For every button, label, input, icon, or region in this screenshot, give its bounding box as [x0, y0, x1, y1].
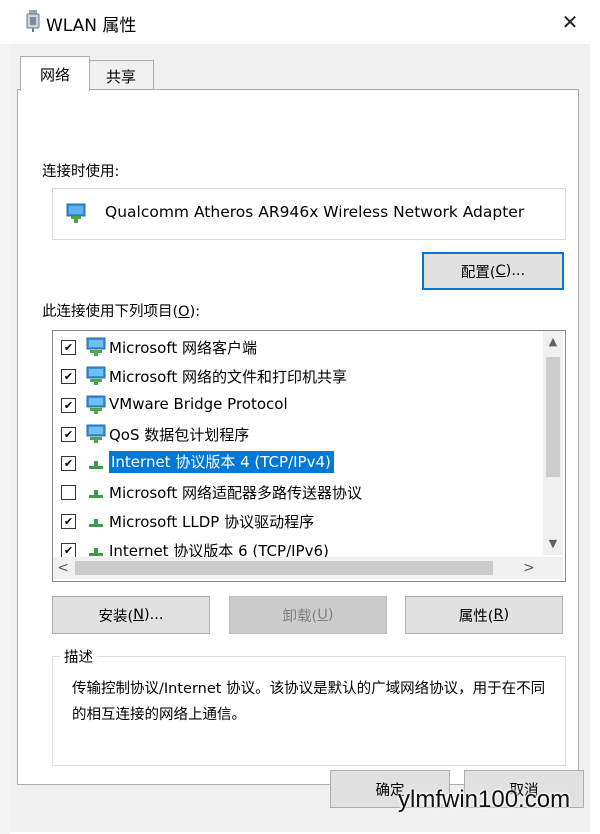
protocol-icon	[89, 461, 103, 469]
scroll-down-icon[interactable]: ▼	[543, 537, 563, 550]
list-item-label: Microsoft LLDP 协议驱动程序	[109, 513, 315, 531]
uninstall-button[interactable]: 卸载(U)	[229, 596, 387, 634]
list-item[interactable]: Microsoft 网络适配器多路传送器协议	[53, 478, 539, 506]
scrollbar-corner	[543, 557, 563, 579]
uninstall-label-accel: U	[317, 607, 328, 623]
list-item-label: QoS 数据包计划程序	[109, 426, 250, 444]
horizontal-scrollbar[interactable]: < >	[53, 557, 543, 579]
properties-label-prefix: 属性(	[458, 608, 494, 625]
description-text: 传输控制协议/Internet 协议。该协议是默认的广域网络协议，用于在不同的相…	[72, 681, 546, 723]
items-label-suffix: ):	[189, 304, 201, 320]
install-label-accel: N	[133, 607, 145, 623]
properties-button[interactable]: 属性(R)	[405, 596, 563, 634]
description-title: 描述	[60, 646, 97, 667]
install-label-prefix: 安装(	[98, 608, 134, 625]
tab-sharing-label: 共享	[105, 67, 136, 86]
network-adapter-icon	[66, 203, 86, 223]
network-client-icon	[86, 337, 106, 356]
title-bar[interactable]: WLAN 属性 ✕	[0, 0, 600, 44]
scroll-up-icon[interactable]: ▲	[543, 335, 563, 348]
configure-label-suffix: )...	[505, 263, 526, 279]
network-client-icon	[86, 424, 106, 443]
configure-label-prefix: 配置(	[460, 264, 496, 281]
checkbox[interactable]: ✔	[61, 456, 76, 471]
protocol-icon	[89, 490, 103, 498]
items-label-accel: O	[178, 304, 190, 320]
items-label: 此连接使用下列项目(O):	[42, 300, 200, 321]
uninstall-label-suffix: )	[327, 607, 334, 623]
connect-using-label: 连接时使用:	[42, 164, 120, 180]
vertical-scrollbar[interactable]: ▲ ▼	[543, 331, 563, 555]
list-item[interactable]: ✔ VMware Bridge Protocol	[53, 391, 539, 419]
tab-page-network: 连接时使用: Qualcomm Atheros AR946x Wireless …	[17, 89, 579, 785]
tab-network[interactable]: 网络	[20, 56, 90, 91]
list-item[interactable]: ✔ Microsoft 网络的文件和打印机共享	[53, 362, 539, 390]
tab-sharing[interactable]: 共享	[88, 60, 154, 91]
vertical-scroll-thumb[interactable]	[546, 357, 560, 477]
list-item[interactable]: ✔ QoS 数据包计划程序	[53, 420, 539, 448]
background-window-edge	[0, 44, 10, 834]
scroll-left-icon[interactable]: <	[57, 560, 69, 576]
properties-label-suffix: )	[503, 607, 510, 623]
adapter-field: Qualcomm Atheros AR946x Wireless Network…	[52, 188, 566, 240]
protocol-icon	[89, 519, 103, 527]
checkbox[interactable]: ✔	[61, 543, 76, 558]
scroll-right-icon[interactable]: >	[523, 560, 535, 576]
close-icon: ✕	[561, 10, 579, 34]
horizontal-scroll-thumb[interactable]	[75, 561, 493, 575]
checkbox[interactable]: ✔	[61, 340, 76, 355]
list-item-label: Microsoft 网络适配器多路传送器协议	[109, 484, 363, 502]
checkbox[interactable]: ✔	[61, 398, 76, 413]
list-item-label: Microsoft 网络的文件和打印机共享	[109, 368, 348, 386]
window-title: WLAN 属性	[46, 16, 137, 36]
list-item-label: VMware Bridge Protocol	[109, 395, 288, 413]
list-item-label: Microsoft 网络客户端	[109, 339, 258, 357]
dialog-body: 网络 共享 连接时使用: Qualcomm Atheros AR946x Wir…	[10, 44, 590, 832]
adapter-name: Qualcomm Atheros AR946x Wireless Network…	[105, 203, 525, 221]
checkbox[interactable]: ✔	[61, 427, 76, 442]
close-button[interactable]: ✕	[550, 6, 590, 38]
checkbox[interactable]	[61, 485, 76, 500]
components-list[interactable]: ✔ Microsoft 网络客户端 ✔ Microsoft 网络的文件和打印机共享 ✔ V…	[52, 330, 566, 582]
list-item[interactable]: ✔ Microsoft 网络客户端	[53, 333, 539, 361]
configure-button[interactable]: 配置(C)...	[422, 252, 564, 290]
install-button[interactable]: 安装(N)...	[52, 596, 210, 634]
network-client-icon	[86, 395, 106, 414]
watermark-text: ylmfwin100.com	[398, 786, 571, 813]
uninstall-label-prefix: 卸载(	[282, 608, 318, 625]
network-client-icon	[86, 366, 106, 385]
tab-network-label: 网络	[39, 65, 70, 84]
properties-label-accel: R	[493, 607, 504, 623]
list-item[interactable]: ✔ Internet 协议版本 4 (TCP/IPv4)	[53, 449, 539, 477]
checkbox[interactable]: ✔	[61, 369, 76, 384]
list-item-label: Internet 协议版本 4 (TCP/IPv4)	[109, 451, 334, 473]
checkbox[interactable]: ✔	[61, 514, 76, 529]
install-label-suffix: )...	[144, 607, 164, 623]
items-label-prefix: 此连接使用下列项目(	[42, 304, 179, 320]
configure-label-accel: C	[495, 263, 506, 279]
network-adapter-icon	[26, 10, 40, 32]
list-item[interactable]: ✔ Microsoft LLDP 协议驱动程序	[53, 507, 539, 535]
